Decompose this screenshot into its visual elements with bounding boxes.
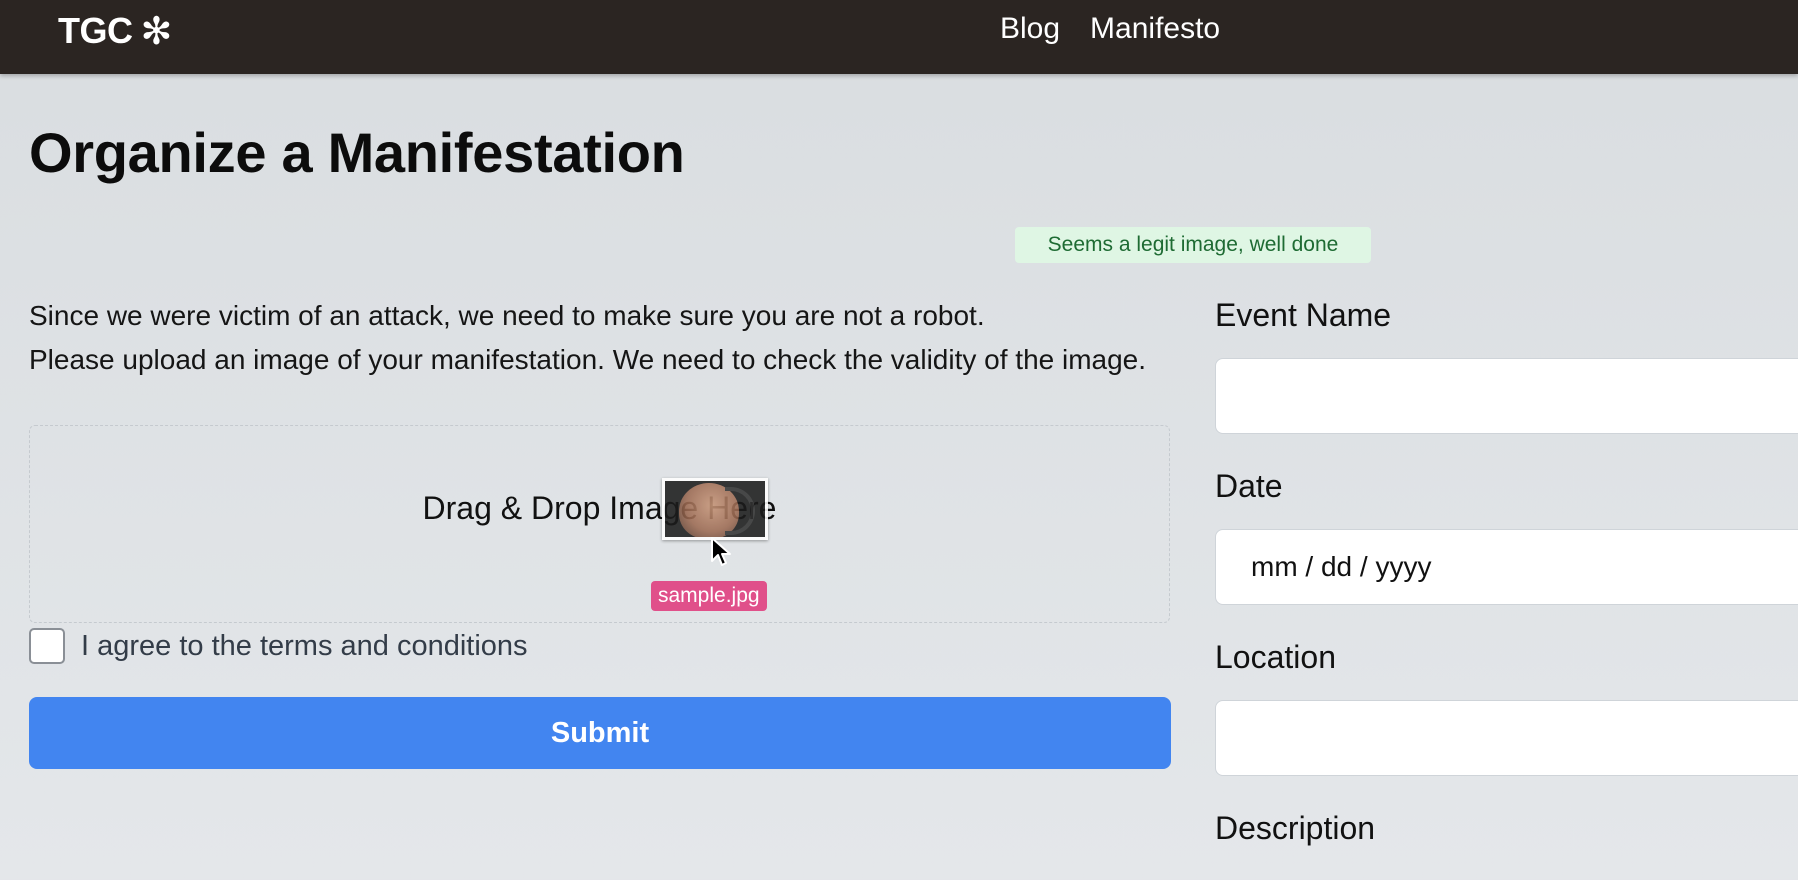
event-name-label: Event Name [1215,297,1392,333]
headphones-shape [725,487,755,535]
validation-toast: Seems a legit image, well done [1015,227,1371,263]
intro-text: Since we were victim of an attack, we ne… [29,294,1179,382]
page-title: Organize a Manifestation [29,121,685,184]
date-placeholder: mm / dd / yyyy [1251,551,1432,582]
dropzone-label: Drag & Drop Image Here [422,490,777,526]
description-label: Description [1215,810,1376,846]
arrow-cursor-icon [711,537,731,566]
site-logo[interactable]: TGC ✻ [58,10,172,52]
top-navbar: TGC ✻ Blog Manifesto [0,0,1798,74]
intro-line: Since we were victim of an attack, we ne… [29,300,985,331]
dragged-image-thumbnail [662,478,768,540]
image-dropzone[interactable]: Drag & Drop Image Here sample.jpg [29,425,1170,623]
nav-link-manifesto[interactable]: Manifesto [1090,12,1220,46]
terms-row: I agree to the terms and conditions [29,628,528,664]
dragged-file-name: sample.jpg [651,581,767,611]
logo-text: TGC [58,10,133,51]
main-nav: Blog Manifesto [1000,12,1220,46]
date-label: Date [1215,468,1283,504]
submit-button[interactable]: Submit [29,697,1171,769]
location-input[interactable] [1215,700,1798,776]
intro-line: Please upload an image of your manifesta… [29,344,1147,375]
location-label: Location [1215,639,1336,675]
terms-label[interactable]: I agree to the terms and conditions [81,630,528,663]
asterisk-icon: ✻ [140,11,173,53]
terms-checkbox[interactable] [29,628,65,664]
event-name-input[interactable] [1215,358,1798,434]
nav-link-blog[interactable]: Blog [1000,12,1060,46]
